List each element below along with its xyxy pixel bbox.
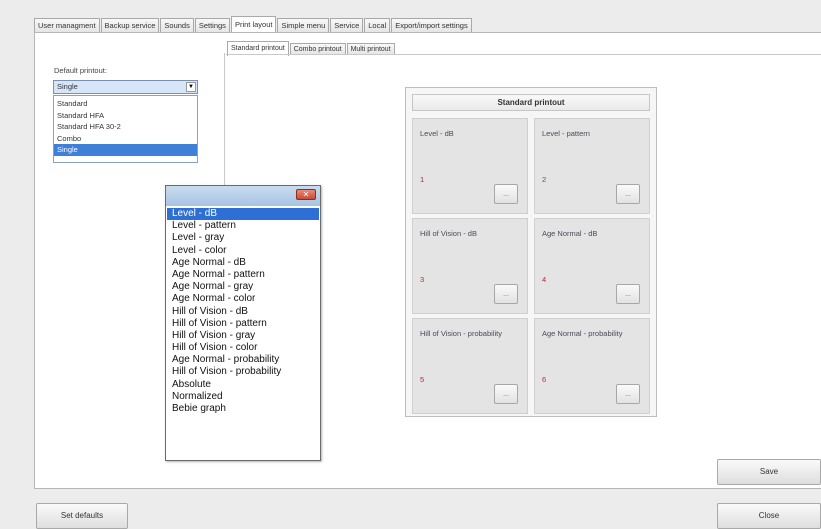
- list-item[interactable]: Hill of Vision - color: [167, 342, 319, 354]
- list-item[interactable]: Age Normal - dB: [167, 257, 319, 269]
- list-item[interactable]: Absolute: [167, 379, 319, 391]
- tab-backup-service[interactable]: Backup service: [100, 18, 160, 33]
- slot-browse-button[interactable]: ...: [494, 284, 518, 304]
- printout-slot-1: Level - dB 1 ...: [412, 118, 528, 214]
- printout-slot-3: Hill of Vision - dB 3 ...: [412, 218, 528, 314]
- printout-slot-2: Level - pattern 2 ...: [534, 118, 650, 214]
- chevron-down-icon[interactable]: ▼: [186, 82, 196, 92]
- slot-browse-button[interactable]: ...: [494, 184, 518, 204]
- option-standard[interactable]: Standard: [54, 98, 197, 110]
- tab-settings[interactable]: Settings: [194, 18, 230, 33]
- tab-export-import-settings[interactable]: Export/import settings: [391, 18, 472, 33]
- default-printout-label: Default printout:: [54, 66, 107, 75]
- graph-type-list: Level - dB Level - pattern Level - gray …: [167, 208, 319, 415]
- slot-label: Hill of Vision - dB: [420, 229, 477, 238]
- close-icon[interactable]: ✕: [296, 189, 316, 200]
- list-item[interactable]: Age Normal - gray: [167, 281, 319, 293]
- printout-slot-4: Age Normal - dB 4 ...: [534, 218, 650, 314]
- list-item[interactable]: Age Normal - pattern: [167, 269, 319, 281]
- default-printout-value: Single: [57, 82, 78, 91]
- list-item[interactable]: Normalized: [167, 391, 319, 403]
- slot-number: 4: [542, 275, 547, 284]
- tab-local[interactable]: Local: [364, 18, 391, 33]
- slot-number: 5: [420, 375, 425, 384]
- graph-type-popup: ✕ Level - dB Level - pattern Level - gra…: [165, 185, 321, 461]
- slot-number: 2: [542, 175, 547, 184]
- standard-printout-layout: Standard printout Level - dB 1 ... Level…: [405, 87, 657, 417]
- default-printout-select[interactable]: Single ▼: [53, 80, 198, 94]
- slot-browse-button[interactable]: ...: [616, 184, 640, 204]
- option-standard-hfa[interactable]: Standard HFA: [54, 110, 197, 122]
- slot-browse-button[interactable]: ...: [616, 284, 640, 304]
- printout-slot-5: Hill of Vision - probability 5 ...: [412, 318, 528, 414]
- standard-printout-title: Standard printout: [412, 94, 650, 111]
- slot-label: Level - pattern: [542, 129, 590, 138]
- tab-user-managment[interactable]: User managment: [34, 18, 100, 33]
- list-item[interactable]: Hill of Vision - dB: [167, 306, 319, 318]
- slot-number: 6: [542, 375, 547, 384]
- set-defaults-button[interactable]: Set defaults: [36, 503, 128, 529]
- printout-tab-bar: Standard printout Combo printout Multi p…: [227, 40, 396, 56]
- slot-label: Age Normal - dB: [542, 229, 598, 238]
- list-item[interactable]: Age Normal - color: [167, 293, 319, 305]
- printout-slot-6: Age Normal - probability 6 ...: [534, 318, 650, 414]
- tab-simple-menu[interactable]: Simple menu: [277, 18, 330, 33]
- list-item[interactable]: Level - gray: [167, 232, 319, 244]
- list-item[interactable]: Hill of Vision - pattern: [167, 318, 319, 330]
- slot-label: Level - dB: [420, 129, 454, 138]
- slot-browse-button[interactable]: ...: [494, 384, 518, 404]
- tab-sounds[interactable]: Sounds: [160, 18, 194, 33]
- list-item[interactable]: Level - color: [167, 245, 319, 257]
- settings-tab-bar: User managment Backup service Sounds Set…: [34, 15, 473, 34]
- option-single[interactable]: Single: [54, 144, 197, 156]
- divider: [226, 54, 821, 55]
- list-item[interactable]: Level - pattern: [167, 220, 319, 232]
- slot-number: 3: [420, 275, 425, 284]
- popup-title-bar[interactable]: ✕: [166, 186, 320, 206]
- list-item[interactable]: Hill of Vision - probability: [167, 366, 319, 378]
- slot-label: Hill of Vision - probability: [420, 329, 502, 338]
- slot-number: 1: [420, 175, 425, 184]
- list-item[interactable]: Age Normal - probability: [167, 354, 319, 366]
- slot-label: Age Normal - probability: [542, 329, 623, 338]
- slot-browse-button[interactable]: ...: [616, 384, 640, 404]
- default-printout-options: Standard Standard HFA Standard HFA 30-2 …: [53, 95, 198, 163]
- option-standard-hfa-30-2[interactable]: Standard HFA 30-2: [54, 121, 197, 133]
- list-item[interactable]: Hill of Vision - gray: [167, 330, 319, 342]
- save-button[interactable]: Save: [717, 459, 821, 485]
- tab-service[interactable]: Service: [330, 18, 364, 33]
- option-combo[interactable]: Combo: [54, 133, 197, 145]
- list-item[interactable]: Bebie graph: [167, 403, 319, 415]
- close-button[interactable]: Close: [717, 503, 821, 529]
- list-item[interactable]: Level - dB: [167, 208, 319, 221]
